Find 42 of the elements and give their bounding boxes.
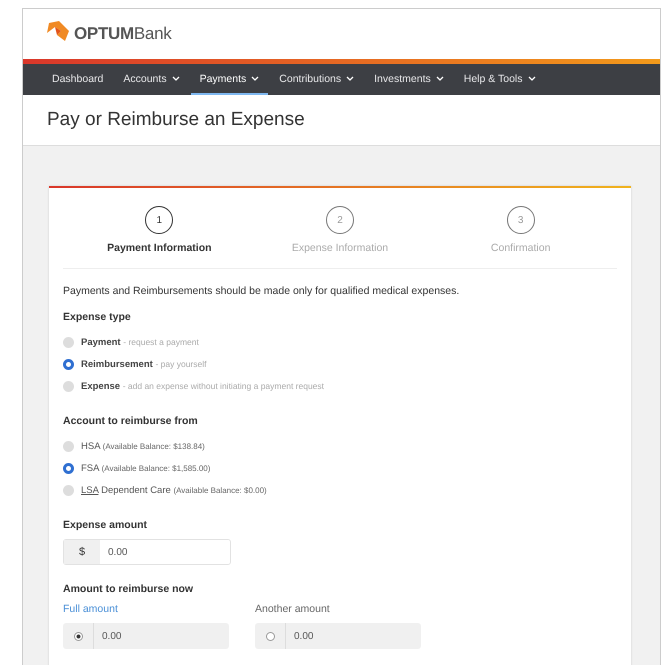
option-label: Full amount [63,603,119,615]
nav-tab[interactable]: Help & Tools [454,64,545,95]
step-label: Payment Information [107,242,212,254]
radio-button[interactable] [63,462,74,474]
notice-text: Payments and Reimbursements should be made only for qualified medical expenses. [63,285,460,297]
amount-value: 0.00 [102,630,122,642]
radio-button[interactable] [63,440,74,452]
amount-value: 0.00 [108,546,128,558]
amount-value: 0.00 [294,630,314,642]
amount-field[interactable]: $ 0.00 [63,539,231,565]
nav-tab[interactable]: Accounts [114,64,189,95]
option-label: Expense - add an expense without initiating a payment request [81,380,324,392]
section-label: Expense type [63,311,132,323]
amount-field[interactable]: 0.00 [63,623,229,649]
option-label: Another amount [255,603,331,615]
currency-label: $ [64,540,100,564]
amount-field[interactable]: 0.00 [255,623,421,649]
radio-button[interactable] [266,632,274,640]
logo-icon [45,21,71,43]
radio-button[interactable] [63,484,74,496]
step-label: Expense Information [292,242,388,254]
option-label: HSA (Available Balance: $138.84) [81,440,205,452]
nav-tab[interactable]: Dashboard [43,64,112,95]
page-title: Pay or Reimburse an Expense [47,109,305,131]
radio-button[interactable] [63,336,74,348]
section-label: Account to reimburse from [63,415,199,427]
step-label: Confirmation [490,242,550,254]
step-number: 1 [145,206,174,234]
nav-tab[interactable]: Investments [365,64,453,95]
step-number: 3 [506,206,535,234]
option-label: FSA (Available Balance: $1,585.00) [81,462,210,474]
radio-button[interactable] [63,380,74,392]
radio-button[interactable] [63,358,74,370]
section-label: Amount to reimburse now [63,583,194,595]
section-label: Expense amount [63,519,148,531]
option-label: LSA Dependent Care (Available Balance: $0.00) [81,484,267,496]
brand-name: OPTUMBank [74,24,172,44]
step-number: 2 [326,206,354,234]
option-label: Payment - request a payment [81,336,199,348]
radio-button[interactable] [74,632,82,640]
option-label: Reimbursement - pay yourself [81,358,206,370]
nav-tab[interactable]: Contributions [270,64,364,95]
